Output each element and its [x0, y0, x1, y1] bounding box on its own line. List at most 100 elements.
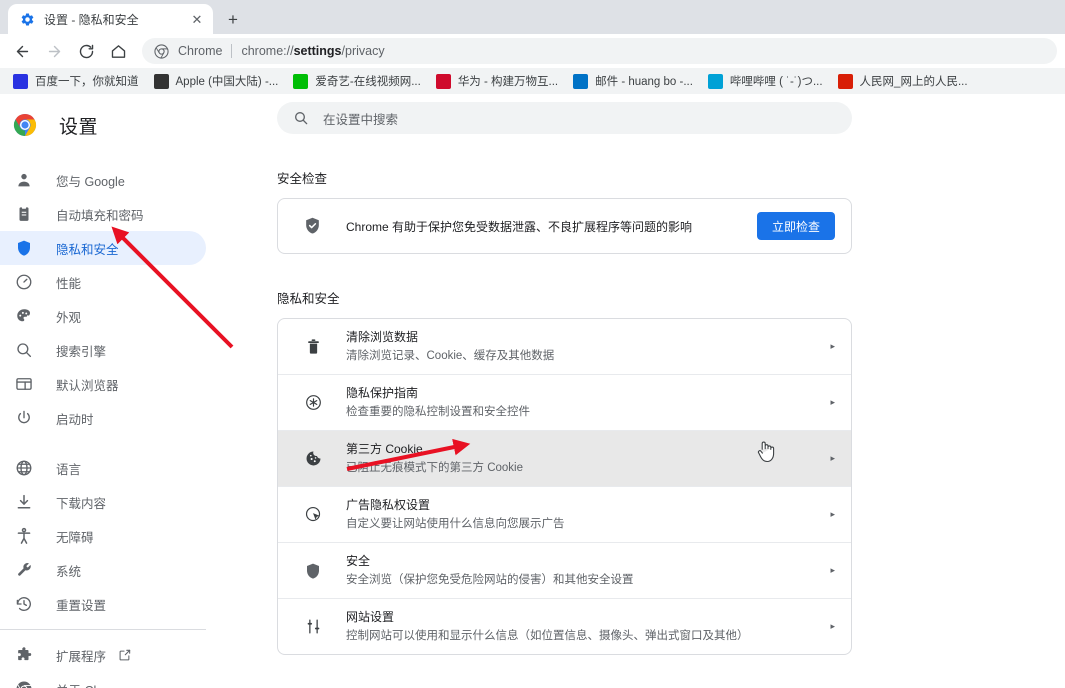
chrome-logo-icon [154, 43, 169, 59]
safety-check-heading: 安全检查 [277, 172, 328, 186]
privacy-row-4[interactable]: 广告隐私权设置 自定义要让网站使用什么信息向您展示广告 ▸ [278, 486, 851, 542]
privacy-row-title: 清除浏览数据 [346, 330, 419, 344]
sidebar-item-label: 重置设置 [56, 598, 107, 613]
bookmark-item[interactable]: 邮件 - huang bo -... [566, 71, 700, 92]
sidebar-item-1[interactable]: 您与 Google [0, 163, 206, 197]
chrome-logo-icon [13, 113, 37, 137]
sidebar-item-3[interactable]: 无障碍 [0, 519, 206, 553]
home-button[interactable] [104, 37, 132, 65]
bookmark-label: 邮件 - huang bo -... [595, 76, 693, 88]
bookmark-label: 哔哩哔哩 ( ˙-˙)つ... [729, 76, 823, 88]
privacy-row-1[interactable]: 清除浏览数据 清除浏览记录、Cookie、缓存及其他数据 ▸ [278, 319, 851, 374]
safety-check-row: Chrome 有助于保护您免受数据泄露、不良扩展程序等问题的影响 立即检查 [278, 199, 851, 253]
settings-sidebar: 设置 您与 Google 自动填充和密码 隐私和安全 性能 外观 搜索引擎 默认浏览器 启动时… [0, 95, 230, 688]
safety-check-text: Chrome 有助于保护您免受数据泄露、不良扩展程序等问题的影响 [346, 219, 693, 234]
new-tab-button[interactable]: + [219, 5, 247, 33]
bookmark-label: 华为 - 构建万物互... [457, 76, 559, 88]
sidebar-item-1[interactable]: 语言 [0, 451, 206, 485]
sidebar-nav-secondary: 语言下载内容无障碍系统重置设置 [0, 451, 230, 621]
history-restore-icon [14, 594, 34, 614]
bookmark-item[interactable]: 哔哩哔哩 ( ˙-˙)つ... [701, 71, 830, 92]
sidebar-nav-primary: 您与 Google 自动填充和密码 隐私和安全性能外观搜索引擎默认浏览器启动时 [0, 163, 230, 435]
sidebar-item-3-active[interactable]: 隐私和安全 [0, 231, 206, 265]
sidebar-item-2[interactable]: 下载内容 [0, 485, 206, 519]
sidebar-item-2[interactable]: 自动填充和密码 [0, 197, 206, 231]
sidebar-item-5[interactable]: 外观 [0, 299, 206, 333]
sidebar-item-2[interactable]: 关于 Chrome [0, 672, 206, 688]
search-icon [293, 110, 309, 126]
close-icon[interactable]: ✕ [189, 11, 205, 27]
privacy-row-6[interactable]: 网站设置 控制网站可以使用和显示什么信息（如位置信息、摄像头、弹出式窗口及其他） ▸ [278, 598, 851, 654]
privacy-row-texts: 第三方 Cookie 已阻止无痕模式下的第三方 Cookie [346, 440, 819, 477]
settings-page: 设置 您与 Google 自动填充和密码 隐私和安全 性能 外观 搜索引擎 默认浏览器 启动时… [0, 95, 1065, 688]
bookmark-item[interactable]: 华为 - 构建万物互... [429, 71, 565, 92]
search-icon [14, 340, 34, 360]
privacy-row-2[interactable]: 隐私保护指南 检查重要的隐私控制设置和安全控件 ▸ [278, 374, 851, 430]
chevron-right-icon[interactable]: ▸ [819, 509, 835, 520]
chrome-logo-icon [14, 679, 34, 688]
privacy-row-subtitle: 自定义要让网站使用什么信息向您展示广告 [346, 518, 565, 530]
back-button[interactable] [8, 37, 36, 65]
privacy-row-subtitle: 已阻止无痕模式下的第三方 Cookie [346, 462, 523, 474]
privacy-row-texts: 隐私保护指南 检查重要的隐私控制设置和安全控件 [346, 384, 819, 421]
bookmark-label: 人民网_网上的人民... [859, 76, 968, 88]
sliders-icon [303, 617, 323, 637]
sidebar-item-6[interactable]: 搜索引擎 [0, 333, 206, 367]
search-area: 在设置中搜索 [230, 102, 1065, 134]
download-icon [14, 492, 34, 512]
omnibox-separator [231, 44, 233, 58]
browser-window-icon [14, 374, 34, 394]
omnibox-url: chrome://settings/privacy [241, 44, 384, 58]
shield-icon [303, 561, 323, 581]
chevron-right-icon[interactable]: ▸ [819, 397, 835, 408]
sidebar-item-7[interactable]: 默认浏览器 [0, 367, 206, 401]
sidebar-item-4[interactable]: 性能 [0, 265, 206, 299]
privacy-row-texts: 清除浏览数据清除浏览记录、Cookie、缓存及其他数据 [346, 328, 819, 365]
chevron-right-icon[interactable]: ▸ [819, 341, 835, 352]
bookmark-label: 百度一下，你就知道 [35, 76, 139, 88]
privacy-guide-icon [303, 393, 323, 413]
sidebar-item-4[interactable]: 系统 [0, 553, 206, 587]
sidebar-item-1[interactable]: 扩展程序 [0, 638, 206, 672]
browser-tab[interactable]: 设置 - 隐私和安全 ✕ [8, 4, 213, 34]
privacy-row-subtitle: 清除浏览记录、Cookie、缓存及其他数据 [346, 350, 555, 362]
address-bar[interactable]: Chrome chrome://settings/privacy [142, 38, 1057, 64]
outlook-icon [573, 73, 589, 89]
privacy-row-5[interactable]: 安全 安全浏览（保护您免受危险网站的侵害）和其他安全设置 ▸ [278, 542, 851, 598]
safety-check-card: Chrome 有助于保护您免受数据泄露、不良扩展程序等问题的影响 立即检查 [277, 198, 852, 254]
bookmark-item[interactable]: Apple (中国大陆) -... [147, 71, 286, 92]
sidebar-item-label: 自动填充和密码 [56, 208, 144, 223]
sidebar-item-label: 启动时 [56, 412, 94, 427]
open-in-new-icon[interactable] [118, 648, 132, 662]
apple-icon [153, 73, 169, 89]
sidebar-item-label: 扩展程序 [56, 649, 107, 664]
sidebar-item-8[interactable]: 启动时 [0, 401, 206, 435]
bookmark-item[interactable]: 人民网_网上的人民... [831, 71, 975, 92]
cookie-icon [303, 449, 323, 469]
shield-icon [14, 238, 34, 258]
chevron-right-icon[interactable]: ▸ [819, 621, 835, 632]
sidebar-item-label: 语言 [56, 462, 82, 477]
search-input[interactable]: 在设置中搜索 [277, 102, 852, 134]
sidebar-item-label: 无障碍 [56, 530, 94, 545]
forward-button[interactable] [40, 37, 68, 65]
chevron-right-icon[interactable]: ▸ [819, 565, 835, 576]
run-safety-check-button[interactable]: 立即检查 [756, 212, 835, 240]
sidebar-item-label: 性能 [56, 276, 82, 291]
clipboard-icon [14, 204, 34, 224]
bookmark-item[interactable]: 百度一下，你就知道 [6, 71, 146, 92]
privacy-settings-card: 清除浏览数据 清除浏览记录、Cookie、缓存及其他数据 ▸ 隐私保护指南 检查重要的隐… [277, 318, 852, 655]
sidebar-item-label: 搜索引擎 [56, 344, 107, 359]
bookmarks-bar: 百度一下，你就知道 Apple (中国大陆) -... 爱奇艺-在线视频网... 华为… [0, 68, 1065, 95]
bookmark-item[interactable]: 爱奇艺-在线视频网... [286, 71, 427, 92]
reload-button[interactable] [72, 37, 100, 65]
sidebar-item-label: 关于 Chrome [56, 680, 129, 688]
accessibility-icon [14, 526, 34, 546]
sidebar-item-5[interactable]: 重置设置 [0, 587, 206, 621]
sidebar-item-label: 隐私和安全 [56, 242, 119, 257]
people-icon [837, 73, 853, 89]
ad-privacy-icon [303, 505, 323, 525]
privacy-row-title: 安全 [346, 554, 371, 568]
chevron-right-icon[interactable]: ▸ [819, 453, 835, 464]
